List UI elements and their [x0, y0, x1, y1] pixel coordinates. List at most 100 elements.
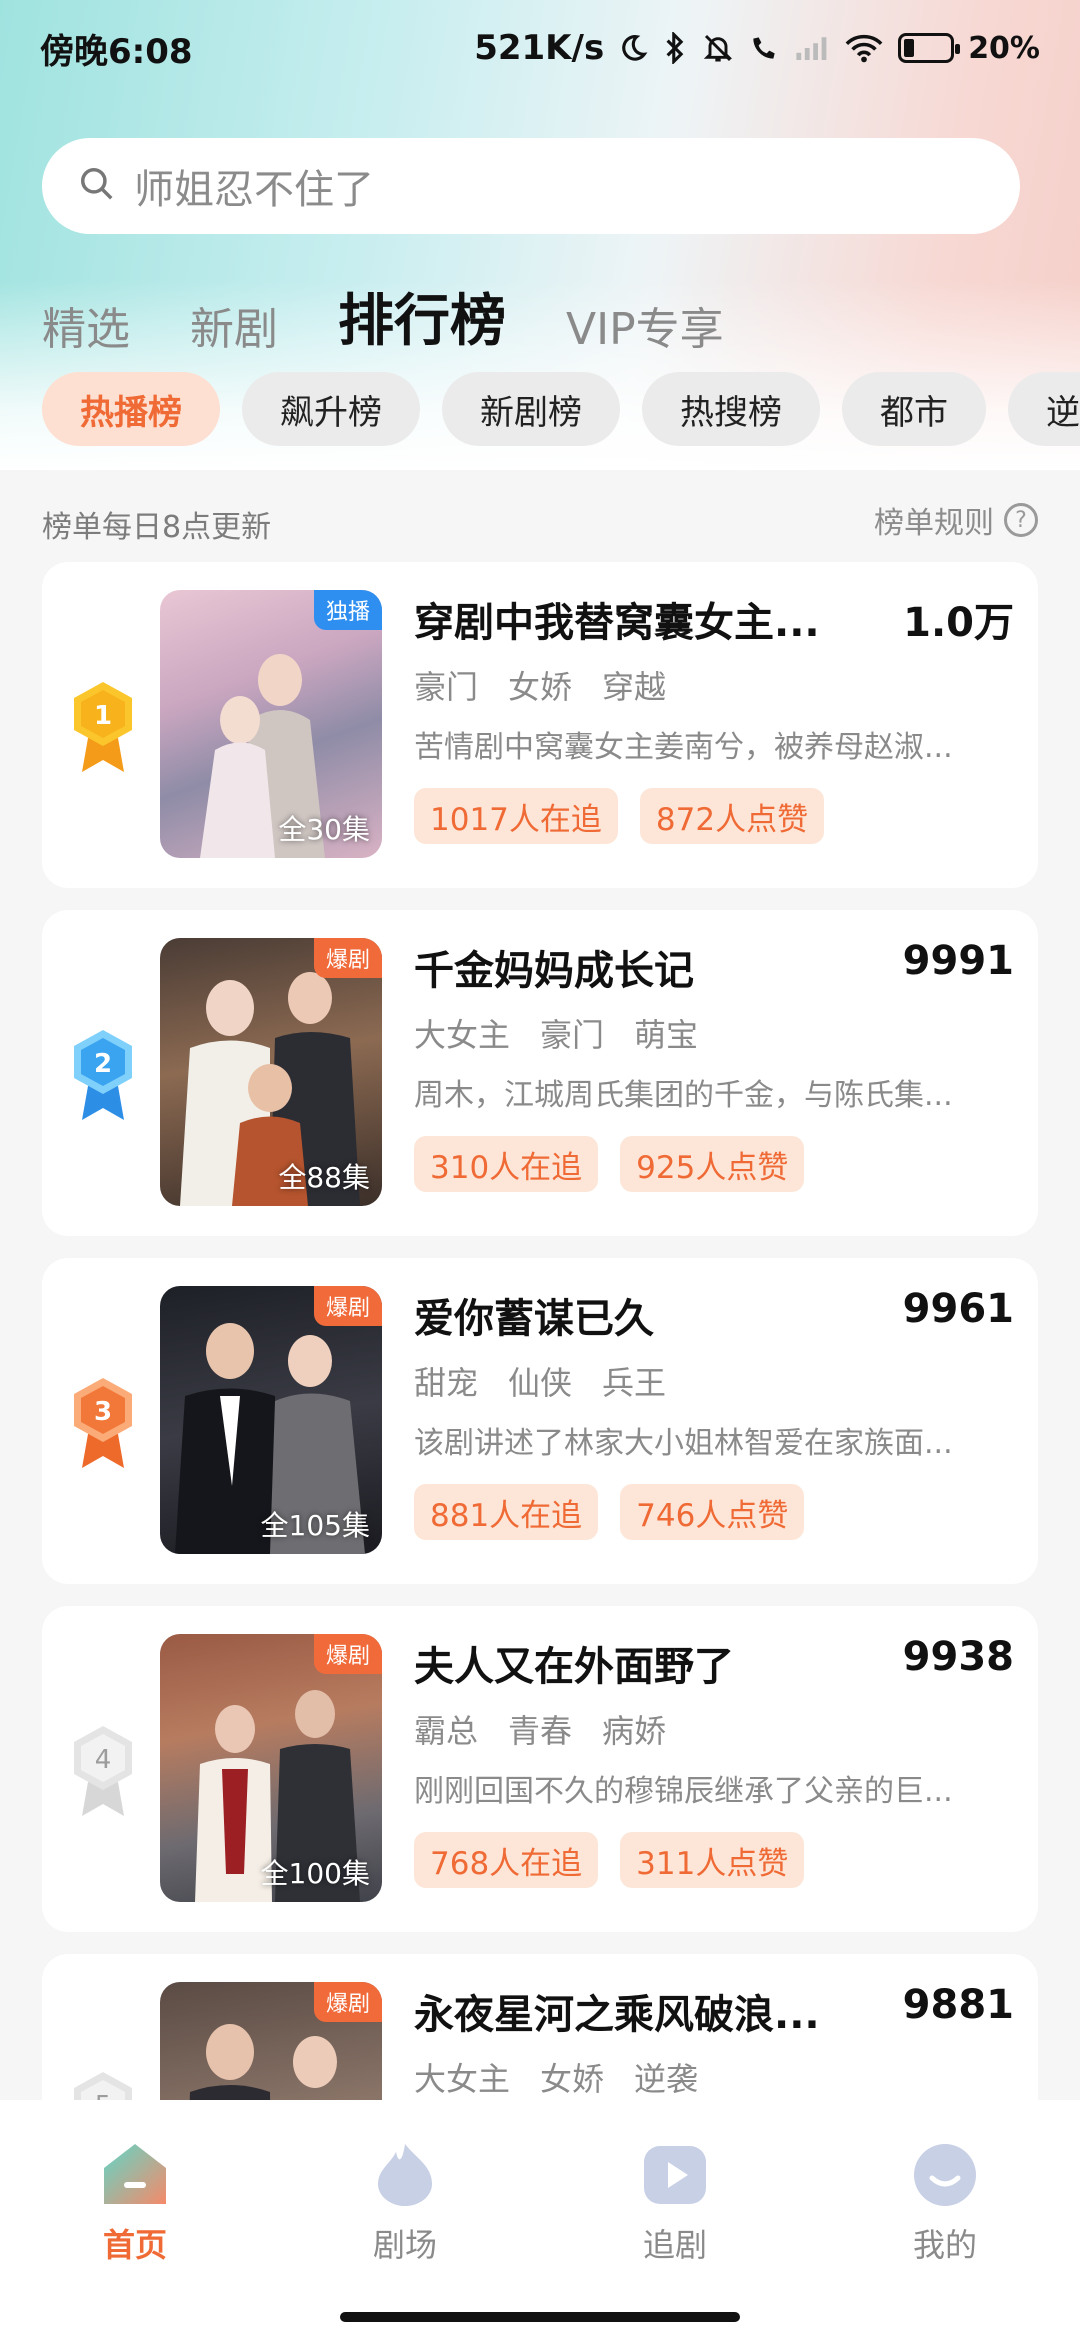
cover-image[interactable]: 独播 全30集 — [160, 590, 382, 858]
item-info: 千金妈妈成长记 9991 大女主 豪门 萌宝 周木，江城周氏集团的千金，与陈氏集… — [414, 938, 1014, 1192]
tab-selected[interactable]: 精选 — [42, 293, 130, 357]
moon-icon — [618, 33, 648, 63]
item-tags: 大女主 女娇 逆袭 — [414, 2054, 1014, 2100]
chip-counter[interactable]: 逆 — [1008, 372, 1080, 446]
play-icon — [644, 2146, 706, 2204]
tag: 女娇 — [508, 668, 573, 706]
item-stats: 768人在追 311人点赞 — [414, 1832, 1014, 1888]
nav-home[interactable]: 首页 — [35, 2140, 235, 2340]
rank-number: 4 — [95, 1745, 112, 1775]
tag: 豪门 — [540, 1016, 605, 1054]
list-item[interactable]: 4 爆剧 全100集 夫人又在外面野了 9938 霸总 青春 病娇 刚刚回国不久… — [42, 1606, 1038, 1932]
rank-badge-blue-icon: 2 — [74, 1030, 132, 1120]
flame-icon — [378, 2144, 432, 2206]
chip-city[interactable]: 都市 — [842, 372, 986, 446]
bell-mute-icon — [702, 32, 734, 64]
cover-tag: 爆剧 — [313, 1286, 382, 1326]
cover-image[interactable]: 爆剧 全88集 — [160, 938, 382, 1206]
nav-follow-label: 追剧 — [642, 2226, 707, 2264]
likes-badge: 311人点赞 — [620, 1832, 805, 1888]
cover-image[interactable]: 爆剧 — [160, 1982, 382, 2100]
search-icon — [78, 165, 116, 207]
cover-tag: 爆剧 — [313, 1634, 382, 1674]
tag: 逆袭 — [634, 2060, 699, 2098]
tag: 甜宠 — [414, 1364, 479, 1402]
followers-badge: 1017人在追 — [414, 788, 618, 844]
cover-image[interactable]: 爆剧 全105集 — [160, 1286, 382, 1554]
rules-link[interactable]: 榜单规则 ? — [874, 498, 1038, 542]
chip-search[interactable]: 热搜榜 — [642, 372, 820, 446]
rank-badge-gray-icon: 4 — [74, 1726, 132, 1816]
list-item[interactable]: 1 独播 全30集 穿剧中我替窝囊女主... 1.0万 豪门 女娇 穿越 苦情剧… — [42, 562, 1038, 888]
likes-badge: 872人点赞 — [639, 788, 825, 844]
search-placeholder: 师姐忍不住了 — [134, 167, 374, 213]
item-description: 周木，江城周氏集团的千金，与陈氏集... — [414, 1078, 953, 1113]
nav-theater[interactable]: 剧场 — [305, 2140, 505, 2340]
network-speed: 521K/s — [474, 28, 605, 68]
list-item[interactable]: 3 爆剧 全105集 爱你蓄谋已久 9961 甜宠 仙侠 兵王 该剧讲述了林家大… — [42, 1258, 1038, 1584]
item-tags: 大女主 豪门 萌宝 — [414, 1010, 1014, 1056]
tag: 兵王 — [602, 1364, 667, 1402]
item-score: 9881 — [902, 1982, 1014, 2028]
item-tags: 甜宠 仙侠 兵王 — [414, 1358, 1014, 1404]
item-score: 9961 — [902, 1286, 1014, 1332]
rules-label: 榜单规则 — [874, 506, 994, 541]
chip-rising[interactable]: 飙升榜 — [242, 372, 420, 446]
rank-number: 3 — [94, 1397, 112, 1427]
episode-count: 全30集 — [278, 813, 370, 846]
tag: 霸总 — [414, 1712, 479, 1750]
tag: 仙侠 — [508, 1364, 573, 1402]
rank-number: 1 — [94, 701, 112, 731]
tag: 女娇 — [540, 2060, 605, 2098]
rank-badge-gold-icon: 1 — [74, 682, 132, 772]
item-description: 刚刚回国不久的穆锦辰继承了父亲的巨... — [414, 1774, 953, 1809]
status-icons: 521K/s 20% — [474, 28, 1040, 68]
nav-follow[interactable]: 追剧 — [575, 2140, 775, 2340]
item-title: 爱你蓄谋已久 — [414, 1296, 654, 1342]
status-bar: 傍晚6:08 521K/s 20% — [0, 0, 1080, 96]
cover-image[interactable]: 爆剧 全100集 — [160, 1634, 382, 1902]
top-tabs: 精选 新剧 排行榜 VIP专享 — [42, 276, 724, 357]
cover-tag: 爆剧 — [313, 938, 382, 978]
tag: 病娇 — [602, 1712, 667, 1750]
signal-icon — [794, 33, 830, 63]
tab-new[interactable]: 新剧 — [190, 293, 278, 357]
episode-count: 全105集 — [260, 1509, 370, 1542]
item-info: 爱你蓄谋已久 9961 甜宠 仙侠 兵王 该剧讲述了林家大小姐林智爱在家族面..… — [414, 1286, 1014, 1540]
item-info: 穿剧中我替窝囊女主... 1.0万 豪门 女娇 穿越 苦情剧中窝囊女主姜南兮，被… — [414, 590, 1014, 844]
item-info: 永夜星河之乘风破浪... 9881 大女主 女娇 逆袭 — [414, 1982, 1014, 2100]
chip-new[interactable]: 新剧榜 — [442, 372, 620, 446]
nav-theater-label: 剧场 — [372, 2226, 437, 2264]
item-info: 夫人又在外面野了 9938 霸总 青春 病娇 刚刚回国不久的穆锦辰继承了父亲的巨… — [414, 1634, 1014, 1888]
list-item[interactable]: 5 爆剧 永夜星河之乘风破浪... 9881 大女主 女娇 逆袭 — [42, 1954, 1038, 2100]
wifi-icon — [844, 32, 884, 64]
list-item[interactable]: 2 爆剧 全88集 千金妈妈成长记 9991 大女主 豪门 萌宝 周木，江城周氏… — [42, 910, 1038, 1236]
cover-tag: 独播 — [313, 590, 382, 630]
profile-icon — [914, 2144, 976, 2206]
search-bar[interactable]: 师姐忍不住了 — [42, 138, 1020, 234]
gesture-bar[interactable] — [340, 2312, 740, 2322]
item-description: 苦情剧中窝囊女主姜南兮，被养母赵淑... — [414, 730, 953, 765]
likes-badge: 925人点赞 — [620, 1136, 805, 1192]
item-title: 永夜星河之乘风破浪... — [414, 1992, 820, 2038]
nav-profile[interactable]: 我的 — [845, 2140, 1045, 2340]
battery-level: 20% — [968, 30, 1040, 66]
call-icon — [748, 32, 780, 64]
cover-tag: 爆剧 — [313, 1982, 382, 2022]
item-tags: 豪门 女娇 穿越 — [414, 662, 1014, 708]
home-icon — [104, 2144, 166, 2204]
tab-vip[interactable]: VIP专享 — [566, 293, 724, 357]
nav-home-label: 首页 — [102, 2226, 167, 2264]
rank-badge-bronze-icon: 3 — [74, 1378, 132, 1468]
tag: 大女主 — [414, 1016, 511, 1054]
ranking-chips: 热播榜 飙升榜 新剧榜 热搜榜 都市 逆 — [42, 372, 1080, 446]
item-score: 1.0万 — [903, 600, 1014, 646]
status-time: 傍晚6:08 — [40, 31, 193, 72]
episode-count: 全88集 — [278, 1161, 370, 1194]
tab-ranking[interactable]: 排行榜 — [338, 276, 506, 357]
item-stats: 1017人在追 872人点赞 — [414, 788, 1014, 844]
item-stats: 881人在追 746人点赞 — [414, 1484, 1014, 1540]
chip-hot[interactable]: 热播榜 — [42, 372, 220, 446]
followers-badge: 310人在追 — [414, 1136, 599, 1192]
battery-icon — [898, 33, 961, 63]
